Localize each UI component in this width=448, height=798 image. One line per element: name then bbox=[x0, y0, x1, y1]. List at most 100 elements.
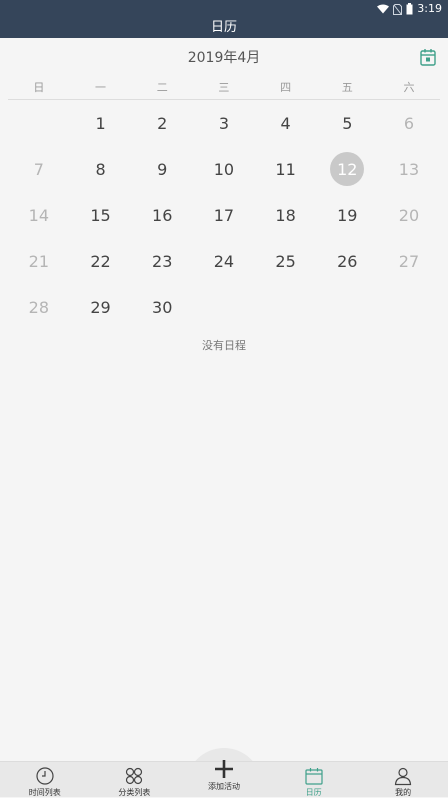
nav-label: 添加活动 bbox=[207, 782, 240, 791]
calendar-day[interactable]: 17 bbox=[193, 192, 255, 238]
page-title: 日历 bbox=[0, 18, 448, 38]
calendar-empty-cell bbox=[255, 284, 317, 330]
calendar-week-row: 14 15 16 17 18 19 20 bbox=[8, 192, 440, 238]
calendar-day[interactable]: 11 bbox=[255, 146, 317, 192]
calendar-day-number: 18 bbox=[275, 205, 296, 225]
calendar-day-number: 24 bbox=[213, 251, 235, 271]
calendar-day-number: 20 bbox=[398, 205, 420, 225]
wifi-icon bbox=[377, 4, 390, 14]
calendar-day-number: 29 bbox=[90, 297, 111, 317]
calendar-day-number: 21 bbox=[28, 251, 50, 271]
calendar-day[interactable]: 14 bbox=[8, 192, 70, 238]
calendar-day[interactable]: 28 bbox=[8, 284, 70, 330]
calendar-day[interactable]: 2 bbox=[131, 100, 193, 146]
status-time: 3:19 bbox=[417, 2, 442, 15]
calendar-day-number: 13 bbox=[398, 159, 420, 179]
calendar-empty-cell bbox=[316, 284, 378, 330]
nav-item-category-list[interactable]: 分类列表 bbox=[90, 762, 180, 798]
calendar-day[interactable]: 25 bbox=[255, 238, 317, 284]
calendar-week-row: 1 2 3 4 5 6 bbox=[8, 100, 440, 146]
nav-label: 日历 bbox=[305, 788, 322, 797]
calendar-day-number: 22 bbox=[90, 251, 111, 271]
weekday-header: 日 一 二 三 四 五 六 bbox=[8, 78, 440, 100]
calendar-empty-cell bbox=[8, 100, 70, 146]
calendar-day[interactable]: 13 bbox=[378, 146, 440, 192]
person-icon bbox=[395, 767, 412, 786]
calendar-empty-cell bbox=[193, 284, 255, 330]
weekday-label: 二 bbox=[156, 81, 168, 94]
month-header: 2019年4月 bbox=[0, 38, 448, 78]
calendar-day[interactable]: 18 bbox=[255, 192, 317, 238]
calendar-day[interactable]: 4 bbox=[255, 100, 317, 146]
calendar-day[interactable]: 24 bbox=[193, 238, 255, 284]
nav-item-mine[interactable]: 我的 bbox=[358, 762, 448, 798]
battery-icon bbox=[406, 3, 413, 15]
calendar-day[interactable]: 29 bbox=[70, 284, 132, 330]
calendar-day-number: 27 bbox=[398, 251, 420, 271]
calendar-day[interactable]: 3 bbox=[193, 100, 255, 146]
calendar-day-number: 26 bbox=[337, 251, 358, 271]
clock-icon bbox=[36, 767, 54, 785]
calendar-day-number: 9 bbox=[157, 159, 168, 179]
calendar-day-number: 8 bbox=[95, 159, 106, 179]
calendar-day[interactable]: 15 bbox=[70, 192, 132, 238]
bottom-nav: 时间列表 分类列表 添加活动 日历 我的 bbox=[0, 760, 448, 798]
empty-schedule-message: 没有日程 bbox=[202, 339, 246, 352]
calendar-empty-cell bbox=[378, 284, 440, 330]
calendar-day-number: 14 bbox=[28, 205, 50, 225]
calendar-week-row: 28 29 30 bbox=[8, 284, 440, 330]
calendar-day-number: 16 bbox=[152, 205, 173, 225]
calendar-day[interactable]: 30 bbox=[131, 284, 193, 330]
calendar-day-selected[interactable]: 12 bbox=[316, 146, 378, 192]
nav-label: 分类列表 bbox=[118, 788, 151, 797]
calendar-day-number: 28 bbox=[28, 297, 50, 317]
calendar-day[interactable]: 26 bbox=[316, 238, 378, 284]
calendar-day-number: 17 bbox=[213, 205, 235, 225]
status-bar: 3:19 bbox=[0, 0, 448, 18]
calendar-day[interactable]: 6 bbox=[378, 100, 440, 146]
calendar-day[interactable]: 22 bbox=[70, 238, 132, 284]
calendar-day[interactable]: 7 bbox=[8, 146, 70, 192]
calendar-day-number: 7 bbox=[33, 159, 44, 179]
weekday-label: 六 bbox=[403, 81, 415, 94]
calendar-week-row: 7 8 9 10 11 12 13 bbox=[8, 146, 440, 192]
month-title: 2019年4月 bbox=[187, 50, 261, 66]
calendar-day[interactable]: 16 bbox=[131, 192, 193, 238]
nav-label: 时间列表 bbox=[28, 788, 61, 797]
calendar-day-number: 6 bbox=[403, 113, 415, 133]
weekday-label: 五 bbox=[341, 81, 353, 94]
calendar-day-number: 19 bbox=[337, 205, 358, 225]
calendar-day[interactable]: 5 bbox=[316, 100, 378, 146]
calendar-day[interactable]: 27 bbox=[378, 238, 440, 284]
calendar-day-number: 2 bbox=[157, 113, 168, 133]
weekday-label: 四 bbox=[280, 81, 292, 94]
nav-item-add-activity[interactable]: 添加活动 bbox=[179, 760, 269, 798]
calendar-day[interactable]: 19 bbox=[316, 192, 378, 238]
calendar-day[interactable]: 8 bbox=[70, 146, 132, 192]
calendar-day-number: 23 bbox=[152, 251, 173, 271]
calendar-day-number: 25 bbox=[275, 251, 296, 271]
calendar-day[interactable]: 20 bbox=[378, 192, 440, 238]
nav-item-calendar[interactable]: 日历 bbox=[269, 762, 359, 798]
weekday-label: 日 bbox=[33, 81, 45, 94]
calendar-day[interactable]: 9 bbox=[131, 146, 193, 192]
calendar-day-number: 10 bbox=[213, 159, 235, 179]
calendar-today-icon[interactable] bbox=[420, 48, 436, 66]
nav-item-time-list[interactable]: 时间列表 bbox=[0, 762, 90, 798]
nav-label: 我的 bbox=[395, 788, 412, 797]
calendar-day[interactable]: 21 bbox=[8, 238, 70, 284]
calendar-day[interactable]: 23 bbox=[131, 238, 193, 284]
calendar-day-number: 1 bbox=[95, 113, 106, 133]
calendar-day-number: 5 bbox=[342, 113, 353, 133]
weekday-label: 一 bbox=[95, 81, 107, 94]
no-sim-icon bbox=[393, 3, 403, 15]
calendar-day-number: 15 bbox=[90, 205, 111, 225]
plus-icon bbox=[214, 760, 233, 778]
calendar-day-number: 3 bbox=[218, 113, 229, 133]
calendar-day[interactable]: 10 bbox=[193, 146, 255, 192]
calendar-day-number: 11 bbox=[275, 159, 296, 179]
calendar-day-number: 12 bbox=[330, 152, 365, 186]
calendar-grid: 1 2 3 4 5 6 7 8 9 10 11 12 13 14 15 16 17 18 19 20 21 22 23 24 2… bbox=[8, 100, 440, 330]
weekday-label: 三 bbox=[218, 81, 230, 94]
calendar-day[interactable]: 1 bbox=[70, 100, 132, 146]
